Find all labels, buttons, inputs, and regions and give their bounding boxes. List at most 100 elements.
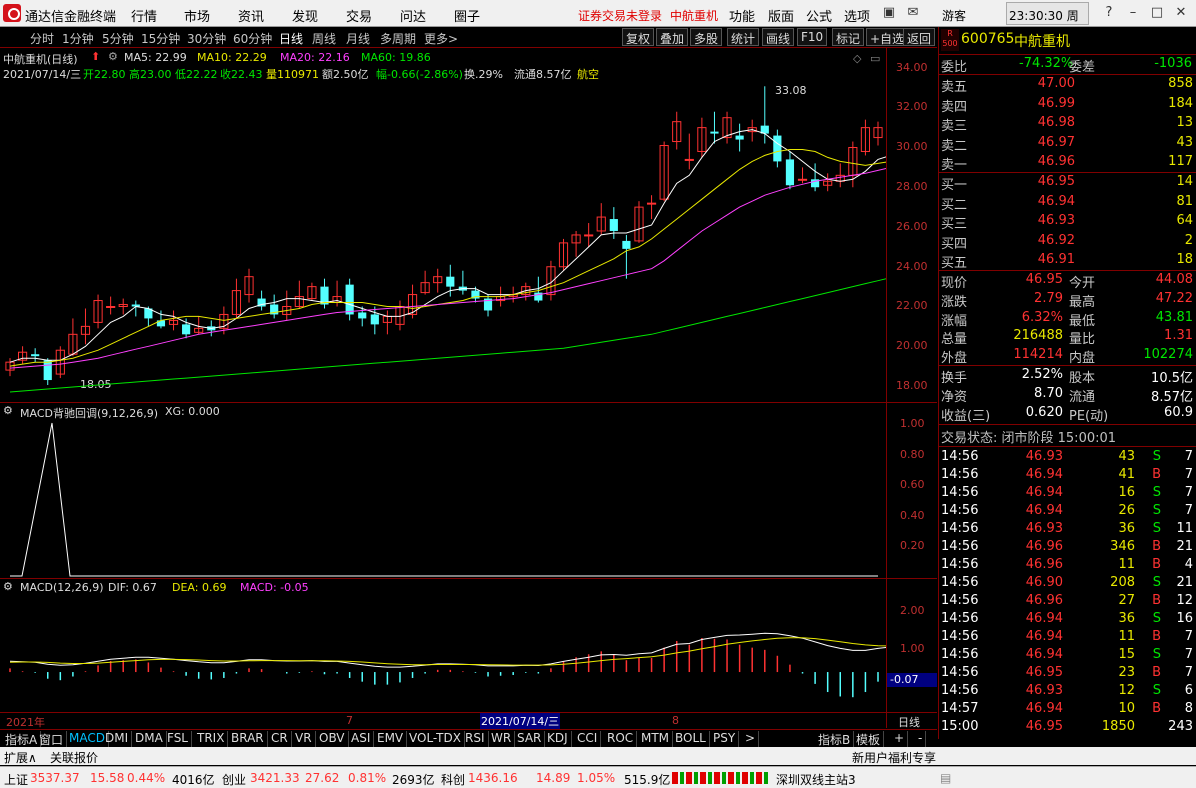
help-icon[interactable]: ?	[1100, 4, 1118, 22]
kc-index[interactable]: 1436.16	[468, 771, 518, 785]
right-tab[interactable]: +	[891, 731, 909, 747]
button-tongji[interactable]: 统计	[727, 28, 760, 46]
period-1min[interactable]: 1分钟	[62, 30, 94, 47]
menu-item-faxian[interactable]: 发现	[292, 6, 318, 25]
indicator-tab[interactable]: ROC	[604, 731, 638, 747]
right-tab[interactable]: 指标B	[815, 731, 855, 747]
trade-login-warning[interactable]: 证券交易未登录	[578, 7, 662, 24]
related-quotes-button[interactable]: 关联报价	[50, 749, 98, 766]
button-f10[interactable]: F10	[797, 28, 828, 46]
menu-current-stock[interactable]: 中航重机	[670, 7, 718, 24]
ask-row[interactable]: 卖三 46.98 13	[939, 115, 1196, 134]
tick-row: 15:00 46.95 1850 243	[939, 719, 1196, 737]
maximize-icon[interactable]: □	[1148, 4, 1166, 22]
button-back[interactable]: 返回	[903, 28, 936, 46]
guest-label[interactable]: 游客	[942, 7, 966, 24]
price-axis-tick: 18.00	[896, 379, 928, 392]
fundamental-row: 收益(三) 0.620 PE(动) 60.9	[939, 405, 1196, 424]
period-multi[interactable]: 多周期	[380, 30, 416, 47]
bid-row[interactable]: 买四 46.92 2	[939, 233, 1196, 252]
period-weekly[interactable]: 周线	[312, 30, 336, 47]
indicator-tab[interactable]: CR	[268, 731, 292, 747]
sh-index[interactable]: 3537.37	[30, 771, 80, 785]
close-icon[interactable]: ✕	[1172, 4, 1190, 22]
indicator-tab[interactable]: BOLL	[672, 731, 710, 747]
menu-item-wenda[interactable]: 问达	[400, 6, 426, 25]
promo-link[interactable]: 新用户福利专享	[852, 749, 936, 766]
menu-item-shichang[interactable]: 市场	[184, 6, 210, 25]
period-60min[interactable]: 60分钟	[233, 30, 272, 47]
indicator-tab[interactable]: VOL-TDX	[406, 731, 465, 747]
indicator-tab[interactable]: ASI	[348, 731, 375, 747]
tick-cell: S	[1152, 485, 1161, 500]
fundamental-cell: 8.57亿	[1151, 390, 1193, 405]
skin-icon[interactable]: ▣	[880, 4, 898, 22]
menu-item-banmian[interactable]: 版面	[768, 6, 794, 25]
tick-cell: 46.94	[1025, 503, 1063, 518]
indicator-tab[interactable]: OBV	[316, 731, 349, 747]
bid-row[interactable]: 买二 46.94 81	[939, 194, 1196, 213]
indicator-tab[interactable]: DMI	[102, 731, 133, 747]
indicator-tab[interactable]: BRAR	[228, 731, 268, 747]
indicator-tab[interactable]: PSY	[710, 731, 740, 747]
period-5min[interactable]: 5分钟	[102, 30, 134, 47]
indicator-tab[interactable]: >	[742, 731, 760, 747]
button-add-watchlist[interactable]: +自选	[866, 28, 909, 46]
button-biaoji[interactable]: 标记	[832, 28, 865, 46]
bid-row[interactable]: 买五 46.91 18	[939, 252, 1196, 271]
button-diejia[interactable]: 叠加	[656, 28, 689, 46]
right-tab[interactable]: -	[915, 731, 927, 747]
candle-body	[446, 276, 455, 287]
menu-item-zixun[interactable]: 资讯	[238, 6, 264, 25]
date-axis-cursor: 2021/07/14/三	[480, 713, 561, 729]
chart-area[interactable]: 中航重机(日线) ⬆ ⚙ MA5: 22.99 MA10: 22.29 MA20…	[0, 48, 937, 729]
menu-item-jiaoyi[interactable]: 交易	[346, 6, 372, 25]
indicator-tab[interactable]: VR	[292, 731, 316, 747]
indicator-tab[interactable]: FSL	[164, 731, 192, 747]
period-more[interactable]: 更多>	[424, 30, 458, 47]
button-fuquan[interactable]: 复权	[622, 28, 655, 46]
indicator-tab[interactable]: TRIX	[194, 731, 229, 747]
menu-item-gongneng[interactable]: 功能	[729, 6, 755, 25]
button-huaxian[interactable]: 画线	[762, 28, 795, 46]
bid-row[interactable]: 买三 46.93 64	[939, 213, 1196, 232]
period-15min[interactable]: 15分钟	[141, 30, 180, 47]
period-fenshi[interactable]: 分时	[30, 30, 54, 47]
status-toggle-icon[interactable]: ▤	[940, 771, 951, 785]
right-tab[interactable]: 模板	[853, 731, 885, 747]
menu-item-hangqing[interactable]: 行情	[131, 6, 157, 25]
indicator-tab[interactable]: KDJ	[544, 731, 572, 747]
fundamental-cell: 60.9	[1164, 405, 1193, 420]
ask-row[interactable]: 卖二 46.97 43	[939, 135, 1196, 154]
minimize-icon[interactable]: –	[1124, 4, 1142, 22]
indicator-tab[interactable]: RSI	[462, 731, 489, 747]
indicator-tab[interactable]: CCI	[574, 731, 602, 747]
menu-item-gongshi[interactable]: 公式	[806, 6, 832, 25]
menu-item-xuanxiang[interactable]: 选项	[844, 6, 870, 25]
cy-index[interactable]: 3421.33	[250, 771, 300, 785]
expand-button[interactable]: 扩展∧	[4, 749, 37, 766]
indicator-tab[interactable]: SAR	[514, 731, 546, 747]
ask-row[interactable]: 卖一 46.96 117	[939, 154, 1196, 173]
period-monthly[interactable]: 月线	[346, 30, 370, 47]
indicator-tab[interactable]: MTM	[638, 731, 674, 747]
indicator-tab[interactable]: EMV	[374, 731, 408, 747]
indicator-tab[interactable]: 窗口	[36, 731, 68, 747]
bid-row[interactable]: 买一 46.95 14	[939, 174, 1196, 193]
tick-cell: S	[1152, 521, 1161, 536]
tick-cell: S	[1152, 611, 1161, 626]
tick-cell: 21	[1176, 539, 1193, 554]
server-name[interactable]: 深圳双线主站3	[776, 771, 856, 788]
indicator-tab[interactable]: WR	[488, 731, 516, 747]
mail-icon[interactable]: ✉	[904, 4, 922, 22]
ask-row[interactable]: 卖四 46.99 184	[939, 96, 1196, 115]
kline-chart[interactable]	[0, 48, 886, 712]
menu-item-quanzi[interactable]: 圈子	[454, 6, 480, 25]
period-daily[interactable]: 日线	[279, 30, 303, 47]
fundamental-row: 净资 8.70 流通 8.57亿	[939, 386, 1196, 405]
period-30min[interactable]: 30分钟	[187, 30, 226, 47]
row-price: 47.00	[1037, 76, 1075, 91]
ask-row[interactable]: 卖五 47.00 858	[939, 76, 1196, 95]
button-duogu[interactable]: 多股	[690, 28, 723, 46]
indicator-tab[interactable]: DMA	[132, 731, 167, 747]
